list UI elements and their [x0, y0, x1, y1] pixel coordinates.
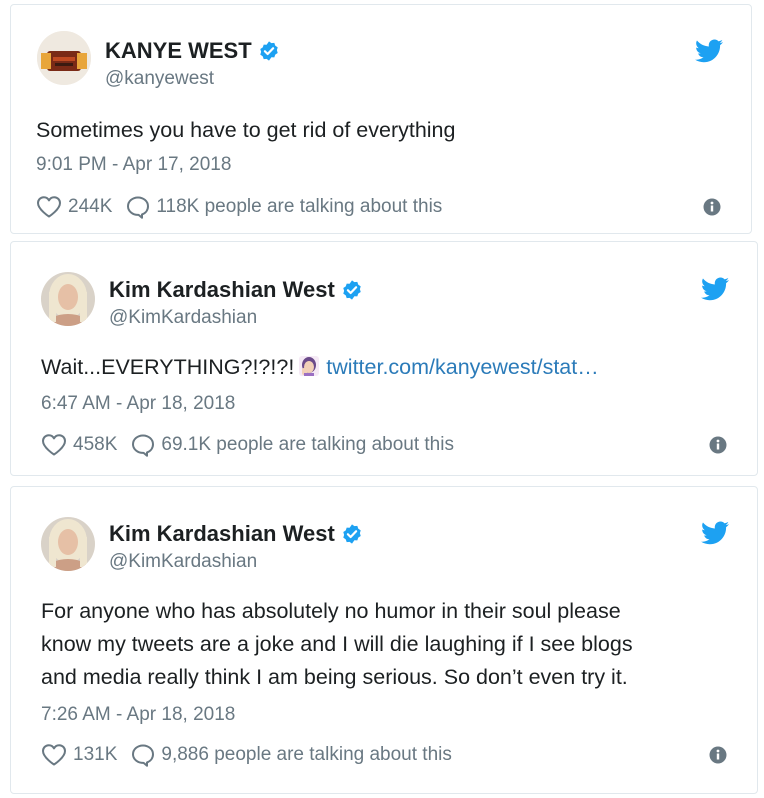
like-count[interactable]: 244K: [68, 196, 112, 218]
tweet-text: Wait...EVERYTHING?!?!?! twitter.com/kany…: [41, 351, 599, 384]
tweet-text: For anyone who has absolutely no humor i…: [41, 595, 741, 694]
kim-avatar-icon: [41, 272, 95, 326]
twitter-bird-icon[interactable]: [701, 521, 729, 545]
tweet-link[interactable]: twitter.com/kanyewest/stat…: [326, 355, 598, 379]
author-handle[interactable]: @kanyewest: [105, 68, 214, 90]
heart-icon[interactable]: [41, 743, 67, 767]
heart-icon[interactable]: [36, 195, 62, 219]
author-name[interactable]: Kim Kardashian West: [109, 521, 335, 547]
twitter-bird-icon[interactable]: [695, 39, 723, 63]
reply-bubble-icon[interactable]: [131, 743, 155, 767]
avatar[interactable]: [41, 517, 95, 571]
talking-count[interactable]: 9,886 people are talking about this: [161, 744, 452, 766]
tweet-timestamp[interactable]: 6:47 AM - Apr 18, 2018: [41, 393, 235, 415]
info-icon[interactable]: [709, 746, 727, 764]
avatar[interactable]: [37, 31, 91, 85]
tweet-actions: 131K 9,886 people are talking about this: [41, 743, 452, 767]
tweet-card-1[interactable]: KANYE WEST @kanyewest Sometimes you have…: [10, 4, 752, 234]
verified-badge-icon: [258, 40, 280, 62]
author-row[interactable]: KANYE WEST: [105, 38, 280, 64]
author-name[interactable]: KANYE WEST: [105, 38, 252, 64]
twitter-bird-icon[interactable]: [701, 277, 729, 301]
tweet-timestamp[interactable]: 7:26 AM - Apr 18, 2018: [41, 704, 235, 726]
kim-avatar-icon: [41, 517, 95, 571]
like-count[interactable]: 458K: [73, 434, 117, 456]
reply-bubble-icon[interactable]: [126, 195, 150, 219]
tweet-text-line: know my tweets are a joke and I will die…: [41, 632, 633, 656]
tweet-timestamp[interactable]: 9:01 PM - Apr 17, 2018: [36, 154, 231, 176]
reply-bubble-icon[interactable]: [131, 433, 155, 457]
tweet-text-line: For anyone who has absolutely no humor i…: [41, 599, 621, 623]
verified-badge-icon: [341, 523, 363, 545]
woman-facepalming-emoji: [299, 356, 320, 376]
info-icon[interactable]: [703, 198, 721, 216]
tweet-card-2[interactable]: Kim Kardashian West @KimKardashian Wait.…: [10, 241, 758, 476]
info-icon[interactable]: [709, 436, 727, 454]
kanye-avatar-icon: [37, 31, 91, 85]
author-row[interactable]: Kim Kardashian West: [109, 277, 363, 303]
author-name[interactable]: Kim Kardashian West: [109, 277, 335, 303]
tweet-actions: 244K 118K people are talking about this: [36, 195, 442, 219]
tweet-text: Sometimes you have to get rid of everyth…: [36, 118, 456, 142]
tweet-card-3[interactable]: Kim Kardashian West @KimKardashian For a…: [10, 486, 758, 794]
author-handle[interactable]: @KimKardashian: [109, 551, 257, 573]
tweet-actions: 458K 69.1K people are talking about this: [41, 433, 454, 457]
heart-icon[interactable]: [41, 433, 67, 457]
talking-count[interactable]: 69.1K people are talking about this: [161, 434, 454, 456]
author-handle[interactable]: @KimKardashian: [109, 307, 257, 329]
talking-count[interactable]: 118K people are talking about this: [156, 196, 442, 218]
verified-badge-icon: [341, 279, 363, 301]
tweet-text-line: and media really think I am being seriou…: [41, 665, 628, 689]
avatar[interactable]: [41, 272, 95, 326]
author-row[interactable]: Kim Kardashian West: [109, 521, 363, 547]
tweet-text-body: Wait...EVERYTHING?!?!?!: [41, 355, 295, 379]
like-count[interactable]: 131K: [73, 744, 117, 766]
